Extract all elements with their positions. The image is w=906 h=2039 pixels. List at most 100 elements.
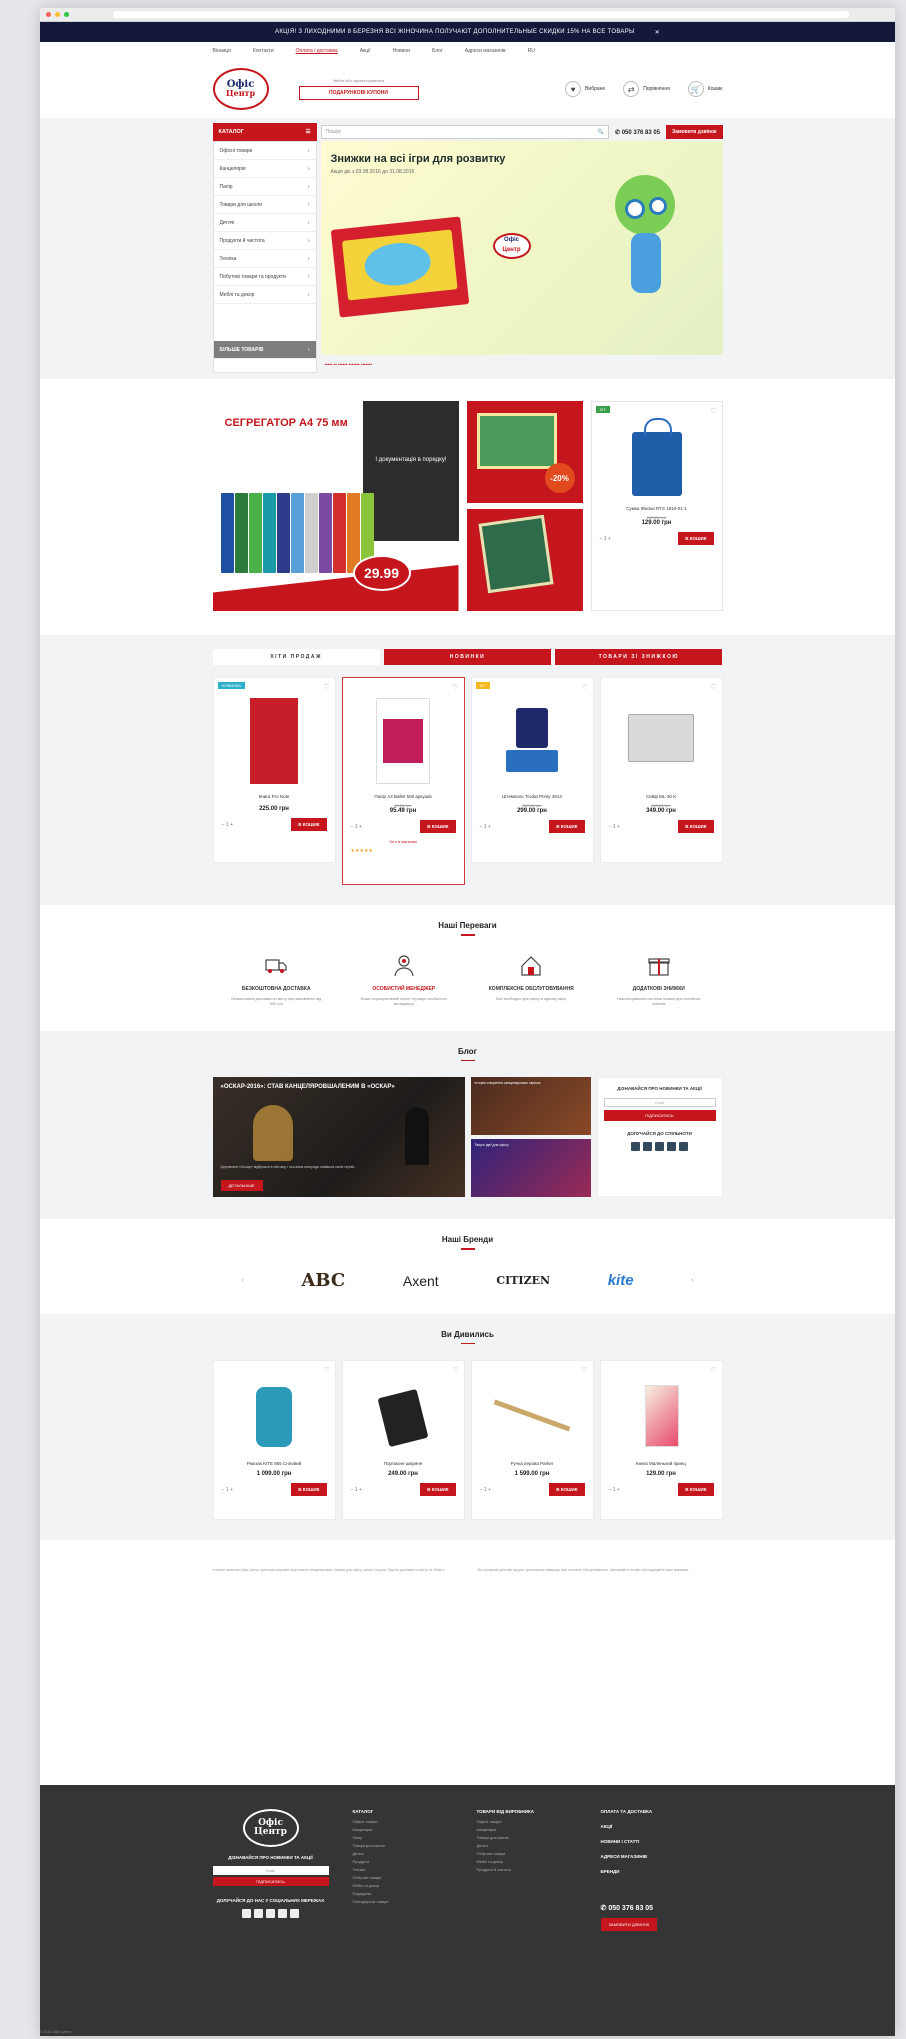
topnav-delivery[interactable]: Оплата і доставка [296, 48, 338, 54]
tab-bestsellers[interactable]: ХІТИ ПРОДАЖ [212, 649, 380, 665]
catalog-item[interactable]: Меблі та декор › [213, 286, 316, 304]
twitter-icon[interactable] [655, 1142, 664, 1151]
footer-link[interactable]: НОВИНИ І СТАТТІ [601, 1839, 701, 1844]
youtube-icon[interactable] [679, 1142, 688, 1151]
product-card[interactable]: НОВИНКА ♡ Книга Pro Note 225.00 грн − 1 … [212, 677, 336, 863]
footer-link[interactable]: Офісні товари [477, 1820, 577, 1828]
read-more-button[interactable]: ДЕТАЛЬНІШЕ [220, 1180, 263, 1191]
topnav-blog[interactable]: Блог [432, 48, 443, 54]
vk-icon[interactable] [643, 1142, 652, 1151]
facebook-icon[interactable] [242, 1909, 251, 1918]
close-dot[interactable] [46, 12, 51, 17]
cards-banner[interactable] [466, 509, 583, 611]
catalog-button[interactable]: КАТАЛОГ ☰ [212, 123, 317, 141]
add-to-cart-button[interactable]: В КОШИК [291, 1483, 327, 1496]
favorites-link[interactable]: ♥ Вибране [565, 81, 605, 97]
games-banner[interactable]: -20% [466, 401, 583, 503]
brand-logo[interactable]: kite [608, 1272, 634, 1289]
gift-coupons-button[interactable]: ПОДАРУНКОВІ КУПОНИ [298, 86, 419, 100]
footer-link[interactable]: Товари для школи [477, 1836, 577, 1844]
signin-hint[interactable]: Увійти або зареєструватися [299, 78, 419, 83]
catalog-more-button[interactable]: БІЛЬШЕ ТОВАРІВ › [213, 341, 316, 359]
promo-close-icon[interactable]: ✕ [655, 29, 660, 36]
topnav-city[interactable]: Вінниця [213, 48, 231, 54]
topnav-lang[interactable]: RU [528, 48, 535, 54]
catalog-item[interactable]: Товари для школи › [213, 196, 316, 214]
youtube-icon[interactable] [290, 1909, 299, 1918]
quantity-stepper[interactable]: − 1 + [222, 822, 233, 828]
footer-col-title[interactable]: ОПЛАТА ТА ДОСТАВКА [601, 1809, 701, 1814]
segregator-banner[interactable]: СЕГРЕГАТОР А4 75 мм І документація в пор… [212, 401, 459, 611]
product-name[interactable]: Портмоне шкіряне [351, 1461, 456, 1467]
product-name[interactable]: Папір A4 Ballet 500 аркушів [351, 794, 456, 800]
site-logo[interactable]: Офіс Центр [212, 68, 269, 110]
google-icon[interactable] [278, 1909, 287, 1918]
product-card[interactable]: ♡ Сейф ML-30 K 405.00 грн 349.00 грн − 1… [599, 677, 723, 863]
heart-icon[interactable]: ♡ [581, 1366, 587, 1374]
catalog-item[interactable]: Продукти й чистота › [213, 232, 316, 250]
featured-product-card[interactable]: ХІТ ♡ Сумка Фіксіки RTS 1910-01-1 155.00… [590, 401, 723, 611]
footer-phone[interactable]: ✆ 050 376 83 05 [601, 1904, 701, 1912]
quantity-stepper[interactable]: − 1 + [480, 1487, 491, 1493]
product-card[interactable]: ♡ Книга Маленький принц 129.00 грн − 1 +… [599, 1360, 723, 1520]
twitter-icon[interactable] [266, 1909, 275, 1918]
heart-icon[interactable]: ♡ [710, 1366, 716, 1374]
product-card[interactable]: ♡ Ручка перова Parker 1 599.00 грн − 1 +… [470, 1360, 594, 1520]
footer-link[interactable]: Побутові товари [353, 1876, 453, 1884]
quantity-stepper[interactable]: − 1 + [351, 824, 362, 830]
footer-link[interactable]: Папір [353, 1836, 453, 1844]
footer-link[interactable]: Офісні товари [353, 1820, 453, 1828]
add-to-cart-button[interactable]: В КОШИК [678, 820, 714, 833]
add-to-cart-button[interactable]: В КОШИК [420, 820, 456, 833]
footer-email-field[interactable]: Email [212, 1866, 329, 1875]
footer-link[interactable]: Дитячі [353, 1852, 453, 1860]
vk-icon[interactable] [254, 1909, 263, 1918]
quantity-stepper[interactable]: − 1 + [222, 1487, 233, 1493]
heart-icon[interactable]: ♡ [452, 683, 458, 691]
add-to-cart-button[interactable]: В КОШИК [678, 1483, 714, 1496]
heart-icon[interactable]: ♡ [710, 407, 716, 415]
blog-post[interactable]: Історія створення канцелярських скріпок [470, 1077, 591, 1135]
add-to-cart-button[interactable]: В КОШИК [549, 820, 585, 833]
email-field[interactable]: Email [603, 1098, 716, 1107]
footer-link[interactable]: Товари для школи [353, 1844, 453, 1852]
tab-new[interactable]: НОВИНКИ [383, 649, 552, 665]
brand-logo[interactable]: CITIZEN [496, 1274, 550, 1287]
cart-link[interactable]: 🛒 Кошик [687, 81, 723, 97]
footer-link[interactable]: Канцелярія [477, 1828, 577, 1836]
product-card[interactable]: ♡ Портмоне шкіряне 249.00 грн − 1 + В КОШ… [341, 1360, 465, 1520]
heart-icon[interactable]: ♡ [581, 683, 587, 691]
hero-pager[interactable]: ••••• •• •••••• ••••••• ••••••• [321, 355, 723, 373]
quantity-stepper[interactable]: − 1 + [609, 824, 620, 830]
add-to-cart-button[interactable]: В КОШИК [291, 818, 327, 831]
catalog-item[interactable]: Побутові товари та продукти › [213, 268, 316, 286]
footer-link[interactable]: БРЕНДИ [601, 1869, 701, 1874]
footer-link[interactable]: АДРЕСИ МАГАЗИНІВ [601, 1854, 701, 1859]
quantity-stepper[interactable]: − 1 + [480, 824, 491, 830]
catalog-item[interactable]: Дитячі › [213, 214, 316, 232]
footer-callback-button[interactable]: ЗАМОВИТИ ДЗВІНОК [600, 1918, 658, 1931]
minimize-dot[interactable] [55, 12, 60, 17]
product-name[interactable]: Сумка Фіксіки RTS 1910-01-1 [600, 506, 714, 512]
add-to-cart-button[interactable]: В КОШИК [420, 1483, 456, 1496]
catalog-item[interactable]: Техніка › [213, 250, 316, 268]
footer-link[interactable]: Техніка [353, 1868, 453, 1876]
footer-link[interactable]: Меблі та декор [353, 1884, 453, 1892]
catalog-item[interactable]: Канцелярія › [213, 160, 316, 178]
footer-link[interactable]: Господарські товари [353, 1900, 453, 1908]
product-name[interactable]: Штемпель Trodat Printy 4913 [480, 794, 585, 800]
chevron-right-icon[interactable]: › [691, 1277, 693, 1284]
add-to-cart-button[interactable]: В КОШИК [678, 532, 714, 545]
product-name[interactable]: Ручка перова Parker [480, 1461, 585, 1467]
search-icon[interactable]: 🔍 [598, 129, 604, 135]
chevron-left-icon[interactable]: ‹ [241, 1277, 243, 1284]
callback-button[interactable]: Замовити дзвінок [666, 125, 723, 139]
subscribe-button[interactable]: ПІДПИСАТИСЬ [603, 1110, 716, 1121]
search-input[interactable]: Пошук 🔍 [320, 125, 609, 139]
heart-icon[interactable]: ♡ [452, 1366, 458, 1374]
topnav-stores[interactable]: Адреси магазинів [465, 48, 506, 54]
product-name[interactable]: Книга Маленький принц [609, 1461, 714, 1467]
product-card[interactable]: ♡ Папір A4 Ballet 500 аркушів 89.00 грн … [341, 677, 465, 885]
hero-banner[interactable]: Знижки на всі ігри для розвитку Акція ді… [320, 141, 723, 355]
product-name[interactable]: Сейф ML-30 K [609, 794, 714, 800]
